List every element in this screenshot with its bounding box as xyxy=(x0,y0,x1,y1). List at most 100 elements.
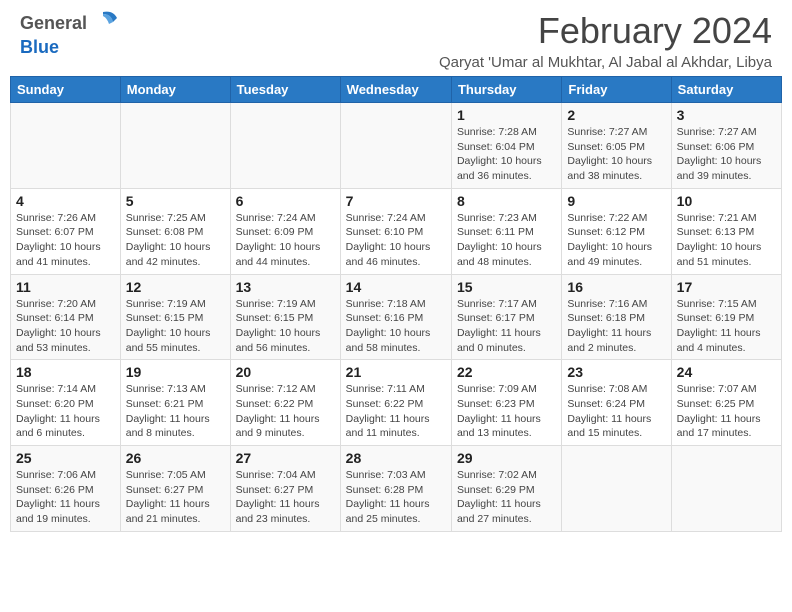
day-info: Sunrise: 7:27 AMSunset: 6:06 PMDaylight:… xyxy=(677,125,776,184)
calendar-day-cell: 11 Sunrise: 7:20 AMSunset: 6:14 PMDayligh… xyxy=(11,274,121,360)
calendar-day-cell: 25Sunrise: 7:06 AMSunset: 6:26 PMDayligh… xyxy=(11,446,121,532)
day-number: 24 xyxy=(677,364,776,380)
calendar-header: SundayMondayTuesdayWednesdayThursdayFrid… xyxy=(11,77,782,103)
day-number: 3 xyxy=(677,107,776,123)
day-number: 22 xyxy=(457,364,556,380)
day-number: 13 xyxy=(236,279,335,295)
calendar-day-cell: 14 Sunrise: 7:18 AMSunset: 6:16 PMDayligh… xyxy=(340,274,451,360)
location-subtitle: Qaryat 'Umar al Mukhtar, Al Jabal al Akh… xyxy=(439,54,772,71)
page-header: General Blue February 2024 Qaryat 'Umar … xyxy=(0,0,792,76)
day-info: Sunrise: 7:13 AMSunset: 6:21 PMDaylight:… xyxy=(126,382,225,441)
logo-icon xyxy=(89,10,117,38)
day-number: 19 xyxy=(126,364,225,380)
calendar-day-cell: 13 Sunrise: 7:19 AMSunset: 6:15 PMDayligh… xyxy=(230,274,340,360)
calendar-day-cell: 28 Sunrise: 7:03 AMSunset: 6:28 PMDayligh… xyxy=(340,446,451,532)
calendar-table: SundayMondayTuesdayWednesdayThursdayFrid… xyxy=(10,76,782,532)
calendar-day-cell: 19 Sunrise: 7:13 AMSunset: 6:21 PMDayligh… xyxy=(120,360,230,446)
calendar-day-cell: 10 Sunrise: 7:21 AMSunset: 6:13 PMDayligh… xyxy=(671,188,781,274)
day-number: 20 xyxy=(236,364,335,380)
day-number: 23 xyxy=(567,364,665,380)
calendar-day-cell xyxy=(120,103,230,189)
day-info: Sunrise: 7:14 AMSunset: 6:20 PMDaylight:… xyxy=(16,382,115,441)
calendar-day-cell xyxy=(562,446,671,532)
calendar-day-cell: 29 Sunrise: 7:02 AMSunset: 6:29 PMDayligh… xyxy=(451,446,561,532)
calendar-day-cell: 5Sunrise: 7:25 AMSunset: 6:08 PMDaylight… xyxy=(120,188,230,274)
day-info: Sunrise: 7:20 AMSunset: 6:14 PMDaylight:… xyxy=(16,297,115,356)
day-number: 9 xyxy=(567,193,665,209)
day-number: 4 xyxy=(16,193,115,209)
day-info: Sunrise: 7:16 AMSunset: 6:18 PMDaylight:… xyxy=(567,297,665,356)
day-number: 1 xyxy=(457,107,556,123)
day-number: 18 xyxy=(16,364,115,380)
calendar-day-cell: 20 Sunrise: 7:12 AMSunset: 6:22 PMDayligh… xyxy=(230,360,340,446)
calendar-day-cell: 3 Sunrise: 7:27 AMSunset: 6:06 PMDaylight… xyxy=(671,103,781,189)
day-number: 12 xyxy=(126,279,225,295)
day-number: 7 xyxy=(346,193,446,209)
day-number: 11 xyxy=(16,279,115,295)
day-info: Sunrise: 7:28 AMSunset: 6:04 PMDaylight:… xyxy=(457,125,556,184)
calendar-day-cell: 15 Sunrise: 7:17 AMSunset: 6:17 PMDayligh… xyxy=(451,274,561,360)
day-number: 17 xyxy=(677,279,776,295)
day-of-week-header: Monday xyxy=(120,77,230,103)
day-number: 29 xyxy=(457,450,556,466)
day-info: Sunrise: 7:02 AMSunset: 6:29 PMDaylight:… xyxy=(457,468,556,527)
calendar-day-cell: 23 Sunrise: 7:08 AMSunset: 6:24 PMDayligh… xyxy=(562,360,671,446)
calendar-week-row: 11 Sunrise: 7:20 AMSunset: 6:14 PMDayligh… xyxy=(11,274,782,360)
day-info: Sunrise: 7:03 AMSunset: 6:28 PMDaylight:… xyxy=(346,468,446,527)
calendar-week-row: 4 Sunrise: 7:26 AMSunset: 6:07 PMDaylight… xyxy=(11,188,782,274)
day-number: 27 xyxy=(236,450,335,466)
day-info: Sunrise: 7:26 AMSunset: 6:07 PMDaylight:… xyxy=(16,211,115,270)
day-number: 25 xyxy=(16,450,115,466)
day-info: Sunrise: 7:12 AMSunset: 6:22 PMDaylight:… xyxy=(236,382,335,441)
calendar-day-cell xyxy=(11,103,121,189)
day-info: Sunrise: 7:11 AMSunset: 6:22 PMDaylight:… xyxy=(346,382,446,441)
calendar-day-cell: 16Sunrise: 7:16 AMSunset: 6:18 PMDayligh… xyxy=(562,274,671,360)
day-info: Sunrise: 7:25 AMSunset: 6:08 PMDaylight:… xyxy=(126,211,225,270)
day-of-week-header: Friday xyxy=(562,77,671,103)
calendar-day-cell: 18 Sunrise: 7:14 AMSunset: 6:20 PMDayligh… xyxy=(11,360,121,446)
day-info: Sunrise: 7:04 AMSunset: 6:27 PMDaylight:… xyxy=(236,468,335,527)
day-info: Sunrise: 7:23 AMSunset: 6:11 PMDaylight:… xyxy=(457,211,556,270)
day-info: Sunrise: 7:15 AMSunset: 6:19 PMDaylight:… xyxy=(677,297,776,356)
day-number: 15 xyxy=(457,279,556,295)
calendar-day-cell: 6 Sunrise: 7:24 AMSunset: 6:09 PMDaylight… xyxy=(230,188,340,274)
calendar-day-cell: 22 Sunrise: 7:09 AMSunset: 6:23 PMDayligh… xyxy=(451,360,561,446)
day-number: 10 xyxy=(677,193,776,209)
calendar-day-cell: 2Sunrise: 7:27 AMSunset: 6:05 PMDaylight… xyxy=(562,103,671,189)
day-info: Sunrise: 7:08 AMSunset: 6:24 PMDaylight:… xyxy=(567,382,665,441)
calendar-week-row: 25Sunrise: 7:06 AMSunset: 6:26 PMDayligh… xyxy=(11,446,782,532)
calendar-week-row: 1 Sunrise: 7:28 AMSunset: 6:04 PMDaylight… xyxy=(11,103,782,189)
calendar-body: 1 Sunrise: 7:28 AMSunset: 6:04 PMDaylight… xyxy=(11,103,782,532)
day-info: Sunrise: 7:19 AMSunset: 6:15 PMDaylight:… xyxy=(236,297,335,356)
day-of-week-header: Saturday xyxy=(671,77,781,103)
day-info: Sunrise: 7:24 AMSunset: 6:09 PMDaylight:… xyxy=(236,211,335,270)
day-number: 28 xyxy=(346,450,446,466)
day-info: Sunrise: 7:21 AMSunset: 6:13 PMDaylight:… xyxy=(677,211,776,270)
calendar-day-cell: 7Sunrise: 7:24 AMSunset: 6:10 PMDaylight… xyxy=(340,188,451,274)
day-info: Sunrise: 7:05 AMSunset: 6:27 PMDaylight:… xyxy=(126,468,225,527)
day-number: 26 xyxy=(126,450,225,466)
calendar-day-cell: 27 Sunrise: 7:04 AMSunset: 6:27 PMDayligh… xyxy=(230,446,340,532)
day-of-week-header: Wednesday xyxy=(340,77,451,103)
day-of-week-header: Sunday xyxy=(11,77,121,103)
day-number: 8 xyxy=(457,193,556,209)
day-info: Sunrise: 7:18 AMSunset: 6:16 PMDaylight:… xyxy=(346,297,446,356)
calendar-day-cell: 8 Sunrise: 7:23 AMSunset: 6:11 PMDaylight… xyxy=(451,188,561,274)
day-info: Sunrise: 7:19 AMSunset: 6:15 PMDaylight:… xyxy=(126,297,225,356)
logo-general: General xyxy=(20,13,87,33)
day-number: 6 xyxy=(236,193,335,209)
day-info: Sunrise: 7:07 AMSunset: 6:25 PMDaylight:… xyxy=(677,382,776,441)
day-number: 14 xyxy=(346,279,446,295)
calendar-day-cell: 9Sunrise: 7:22 AMSunset: 6:12 PMDaylight… xyxy=(562,188,671,274)
day-of-week-header: Tuesday xyxy=(230,77,340,103)
day-info: Sunrise: 7:27 AMSunset: 6:05 PMDaylight:… xyxy=(567,125,665,184)
logo: General Blue xyxy=(20,10,117,58)
calendar-day-cell: 21 Sunrise: 7:11 AMSunset: 6:22 PMDayligh… xyxy=(340,360,451,446)
calendar-day-cell: 12 Sunrise: 7:19 AMSunset: 6:15 PMDayligh… xyxy=(120,274,230,360)
calendar-day-cell: 24 Sunrise: 7:07 AMSunset: 6:25 PMDayligh… xyxy=(671,360,781,446)
day-info: Sunrise: 7:17 AMSunset: 6:17 PMDaylight:… xyxy=(457,297,556,356)
day-number: 21 xyxy=(346,364,446,380)
calendar-day-cell: 26 Sunrise: 7:05 AMSunset: 6:27 PMDayligh… xyxy=(120,446,230,532)
day-info: Sunrise: 7:09 AMSunset: 6:23 PMDaylight:… xyxy=(457,382,556,441)
logo-blue: Blue xyxy=(20,37,59,57)
